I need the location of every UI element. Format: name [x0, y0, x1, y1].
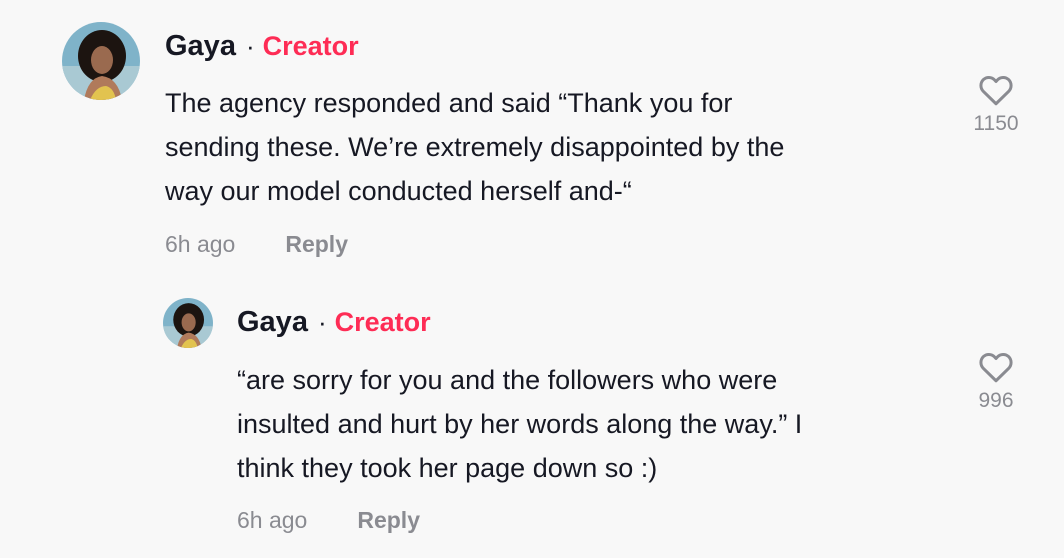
separator-dot: · [317, 307, 327, 337]
comment-meta: 6h ago Reply [165, 231, 348, 258]
heart-outline-icon [979, 352, 1013, 383]
reply-button[interactable]: Reply [285, 231, 348, 258]
timestamp: 6h ago [237, 507, 308, 533]
separator-dot: · [245, 31, 255, 61]
author-name[interactable]: Gaya [165, 30, 236, 63]
author-name[interactable]: Gaya [237, 306, 308, 339]
like-count: 996 [978, 389, 1014, 412]
creator-badge: Creator [262, 31, 359, 61]
like-button[interactable]: 1150 [956, 73, 1036, 136]
comment-text-line: way our model conducted herself and-“ [165, 176, 632, 206]
avatar-photo [62, 22, 140, 100]
comment-text-line: “are sorry for you and the followers who… [237, 365, 778, 395]
avatar[interactable] [163, 298, 213, 348]
avatar-photo [163, 298, 213, 348]
like-button[interactable]: 996 [956, 350, 1036, 413]
comment-text: “are sorry for you and the followers who… [237, 358, 802, 490]
comment-text-line: sending these. We’re extremely disappoin… [165, 132, 785, 162]
creator-badge: Creator [334, 307, 431, 337]
comment-text: The agency responded and said “Thank you… [165, 81, 784, 213]
heart-outline-icon [979, 75, 1013, 106]
timestamp: 6h ago [165, 231, 236, 257]
comment-text-line: The agency responded and said “Thank you… [165, 88, 733, 118]
comment-text-line: insulted and hurt by her words along the… [237, 409, 803, 439]
comment-header: Gaya · Creator [237, 306, 431, 339]
comment-thread: Gaya · Creator The agency responded and … [0, 0, 1064, 558]
like-count: 1150 [973, 112, 1019, 135]
comment-header: Gaya · Creator [165, 30, 359, 63]
comment-meta: 6h ago Reply [237, 507, 420, 534]
reply-button[interactable]: Reply [357, 507, 420, 534]
avatar[interactable] [62, 22, 140, 100]
comment-text-line: think they took her page down so :) [237, 453, 658, 483]
